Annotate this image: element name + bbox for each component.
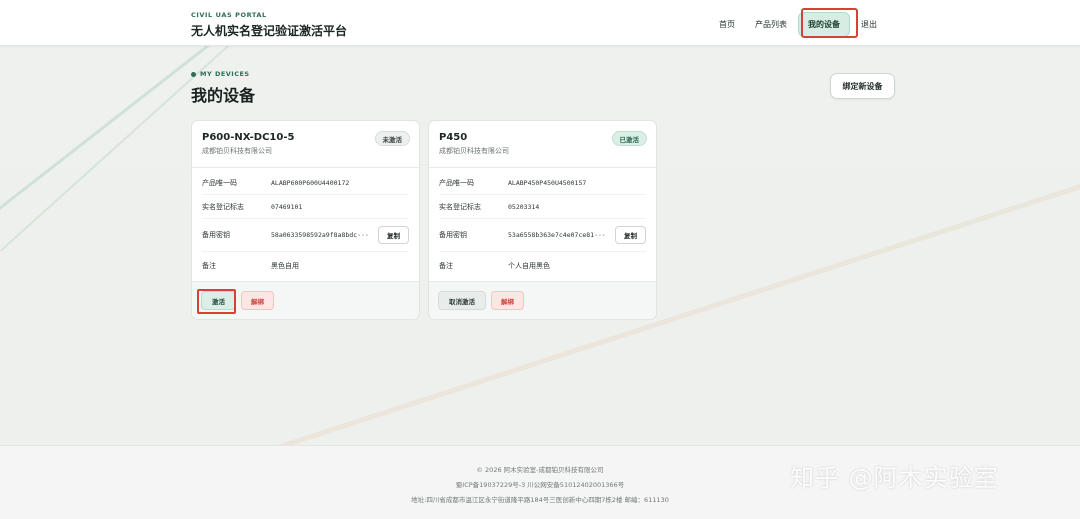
field-label: 产品唯一码: [202, 179, 237, 187]
deactivate-button[interactable]: 取消激活: [438, 291, 486, 310]
product-code-value: ALABP450P450U4500157: [508, 179, 587, 187]
backup-key-value: 58a0633598592a9f8a8bdc···: [271, 231, 369, 239]
device-details: 产品唯一码 ALABP450P450U4500157 实名登记标志 052033…: [429, 172, 656, 279]
field-label: 实名登记标志: [202, 202, 244, 211]
device-card-actions: 取消激活 解绑: [429, 281, 656, 319]
activate-button[interactable]: 激活: [201, 291, 236, 310]
detail-row-backup-key: 备用密钥 53a6558b363e7c4e07ce81··· 复制: [439, 219, 646, 252]
nav-logout[interactable]: 退出: [852, 13, 886, 36]
bind-new-device-button[interactable]: 绑定新设备: [830, 73, 895, 99]
copy-key-button[interactable]: 复制: [615, 226, 646, 244]
detail-row-note: 备注 个人自用黑色: [439, 252, 646, 279]
top-header: CIVIL UAS PORTAL 无人机实名登记验证激活平台 首页 产品列表 我…: [0, 0, 1080, 46]
main-nav: 首页 产品列表 我的设备 退出: [710, 12, 886, 37]
detail-row-product-code: 产品唯一码 ALABP450P450U4500157: [439, 172, 646, 195]
note-value: 黑色自用: [271, 261, 299, 270]
device-details: 产品唯一码 ALABP600P600U4400172 实名登记标志 074691…: [192, 172, 419, 279]
site-title[interactable]: 无人机实名登记验证激活平台: [191, 22, 347, 39]
detail-row-note: 备注 黑色自用: [202, 252, 409, 279]
device-card-header: P450 成都铂贝科技有限公司 已激活: [429, 121, 656, 168]
device-card-actions: 激活 解绑: [192, 281, 419, 319]
detail-row-product-code: 产品唯一码 ALABP600P600U4400172: [202, 172, 409, 195]
field-label: 备用密钥: [439, 231, 467, 239]
field-label: 备用密钥: [202, 231, 230, 239]
device-company: 成都铂贝科技有限公司: [439, 147, 509, 155]
field-label: 备注: [202, 261, 216, 270]
device-company: 成都铂贝科技有限公司: [202, 147, 272, 155]
registration-value: 05203314: [508, 202, 540, 211]
unbind-button[interactable]: 解绑: [491, 291, 524, 310]
nav-my-devices[interactable]: 我的设备: [798, 12, 850, 37]
device-card: P450 成都铂贝科技有限公司 已激活 产品唯一码 ALABP450P450U4…: [428, 120, 657, 320]
field-label: 实名登记标志: [439, 202, 481, 211]
detail-row-registration: 实名登记标志 05203314: [439, 195, 646, 219]
registration-value: 07469101: [271, 202, 303, 211]
watermark: 知乎 @阿木实验室: [790, 464, 999, 492]
detail-row-backup-key: 备用密钥 58a0633598592a9f8a8bdc··· 复制: [202, 219, 409, 252]
copy-key-button[interactable]: 复制: [378, 226, 409, 244]
backup-key-value: 53a6558b363e7c4e07ce81···: [508, 231, 606, 239]
kicker-dot-icon: [191, 71, 196, 77]
footer-address: 地址:四川省成都市温江区永宁街道隆平路184号三医创新中心四期7栋2楼 邮编：6…: [411, 496, 669, 504]
device-card-header: P600-NX-DC10-5 成都铂贝科技有限公司 未激活: [192, 121, 419, 168]
portal-label: CIVIL UAS PORTAL: [191, 11, 267, 19]
device-card: P600-NX-DC10-5 成都铂贝科技有限公司 未激活 产品唯一码 ALAB…: [191, 120, 420, 320]
product-code-value: ALABP600P600U4400172: [271, 179, 350, 187]
nav-products[interactable]: 产品列表: [746, 13, 796, 36]
nav-home[interactable]: 首页: [710, 13, 744, 36]
unbind-button[interactable]: 解绑: [241, 291, 274, 310]
field-label: 备注: [439, 261, 453, 270]
status-badge: 已激活: [611, 131, 647, 146]
section-kicker-text: MY DEVICES: [200, 70, 250, 78]
note-value: 个人自用黑色: [508, 261, 550, 270]
page-title: 我的设备: [191, 86, 256, 105]
detail-row-registration: 实名登记标志 07469101: [202, 195, 409, 219]
section-kicker: MY DEVICES: [191, 70, 250, 78]
status-badge: 未激活: [374, 131, 410, 146]
field-label: 产品唯一码: [439, 179, 474, 187]
